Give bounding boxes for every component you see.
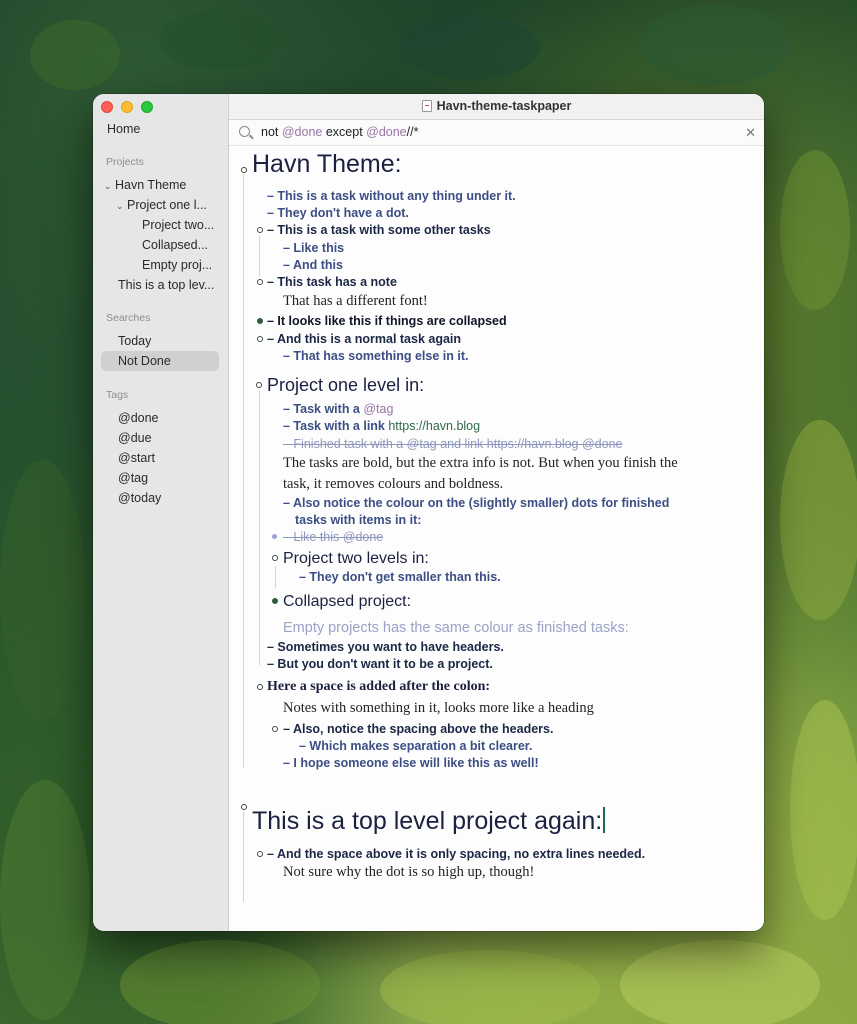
sidebar-item-project[interactable]: ⌄ Project one l... (116, 196, 216, 215)
task-dot[interactable] (257, 851, 263, 857)
projects-header: Projects (106, 156, 144, 168)
finished-task-dot[interactable] (272, 534, 277, 539)
project-title[interactable]: Project two levels in: (283, 550, 429, 568)
task-dot[interactable] (272, 726, 278, 732)
sidebar-item-project[interactable]: Collapsed... (142, 236, 224, 254)
title-bar: Havn-theme-taskpaper (229, 94, 764, 120)
sidebar-item-project[interactable]: This is a top lev... (118, 276, 224, 294)
task-item[interactable]: – This is a task without any thing under… (267, 189, 516, 203)
task-item[interactable]: – They don't have a dot. (267, 206, 409, 220)
project-title[interactable]: Havn Theme: (252, 150, 402, 179)
minimize-window-button[interactable] (121, 101, 133, 113)
task-item-continuation[interactable]: tasks with items in it: (295, 513, 421, 527)
close-window-button[interactable] (101, 101, 113, 113)
task-item[interactable]: – Also notice the colour on the (slightl… (283, 496, 669, 510)
document-editor[interactable]: Havn Theme: – This is a task without any… (229, 146, 764, 931)
task-item[interactable]: – Like this (283, 241, 344, 255)
sidebar-item-search-today[interactable]: Today (118, 332, 151, 350)
document-icon (421, 100, 432, 112)
sidebar: Home Projects ⌄ Havn Theme ⌄ Project one l… (93, 94, 229, 931)
note-text[interactable]: That has a different font! (283, 293, 428, 310)
task-item[interactable]: – Task with a link https://havn.blog (283, 419, 480, 433)
task-item[interactable]: – But you don't want it to be a project. (267, 657, 493, 671)
task-item[interactable]: – This task has a note (267, 275, 397, 289)
search-icon (239, 126, 250, 137)
heading-dot[interactable] (257, 684, 263, 690)
indent-guide (243, 174, 244, 768)
task-item[interactable]: – Sometimes you want to have headers. (267, 640, 504, 654)
project-dot[interactable] (241, 804, 247, 810)
finished-task-item[interactable]: – Finished task with a @tag and link htt… (283, 437, 622, 451)
app-window: Home Projects ⌄ Havn Theme ⌄ Project one l… (93, 94, 764, 931)
empty-project[interactable]: Empty projects has the same colour as fi… (283, 620, 629, 636)
window-controls (101, 101, 153, 113)
searches-header: Searches (106, 312, 151, 324)
collapsed-task-dot[interactable] (257, 318, 263, 324)
note-text[interactable]: Notes with something in it, looks more l… (283, 700, 594, 717)
project-dot[interactable] (272, 555, 278, 561)
sidebar-item-project[interactable]: Empty proj... (142, 256, 224, 274)
task-item[interactable]: – Also, notice the spacing above the hea… (283, 722, 553, 736)
sidebar-item-tag[interactable]: @today (118, 489, 161, 507)
sidebar-item-tag[interactable]: @tag (118, 469, 148, 487)
sidebar-item-home[interactable]: Home (107, 120, 140, 138)
task-dot[interactable] (257, 279, 263, 285)
window-title: Havn-theme-taskpaper (436, 99, 572, 113)
project-title[interactable]: Project one level in: (267, 375, 424, 396)
chevron-down-icon[interactable]: ⌄ (104, 177, 115, 195)
task-item[interactable]: – Which makes separation a bit clearer. (299, 739, 532, 753)
task-item[interactable]: – Task with a @tag (283, 402, 393, 416)
task-item[interactable]: – That has something else in it. (283, 349, 468, 363)
search-input[interactable]: not @done except @done//* (261, 120, 418, 145)
collapsed-project-dot[interactable] (272, 598, 278, 604)
clear-search-icon[interactable]: ✕ (745, 120, 756, 145)
zoom-window-button[interactable] (141, 101, 153, 113)
task-dot[interactable] (257, 227, 263, 233)
indent-guide (259, 390, 260, 665)
indent-guide (259, 236, 260, 276)
indent-guide (275, 566, 276, 588)
finished-task-item[interactable]: – Like this @done (283, 530, 383, 544)
task-item[interactable]: – They don't get smaller than this. (299, 570, 501, 584)
sidebar-item-tag[interactable]: @due (118, 429, 152, 447)
sidebar-item-search-not-done[interactable]: Not Done (118, 352, 171, 370)
sidebar-item-tag[interactable]: @start (118, 449, 155, 467)
project-title[interactable]: Collapsed project: (283, 593, 411, 611)
note-text[interactable]: task, it removes colours and boldness. (283, 476, 503, 493)
heading-text[interactable]: Here a space is added after the colon: (267, 679, 490, 695)
tags-header: Tags (106, 389, 129, 401)
sidebar-item-project[interactable]: Project two... (142, 216, 224, 234)
task-item[interactable]: – This is a task with some other tasks (267, 223, 491, 237)
sidebar-item-project[interactable]: ⌄ Havn Theme (104, 176, 186, 195)
search-bar[interactable]: not @done except @done//* ✕ (229, 120, 764, 146)
note-text[interactable]: Not sure why the dot is so high up, thou… (283, 864, 534, 881)
link[interactable]: https://havn.blog (388, 419, 480, 433)
main-pane: Havn-theme-taskpaper not @done except @d… (229, 94, 764, 931)
task-item[interactable]: – I hope someone else will like this as … (283, 756, 539, 770)
task-dot[interactable] (257, 336, 263, 342)
note-text[interactable]: The tasks are bold, but the extra info i… (283, 455, 678, 472)
task-item[interactable]: – And this is a normal task again (267, 332, 461, 346)
task-item[interactable]: – It looks like this if things are colla… (267, 314, 507, 328)
chevron-down-icon[interactable]: ⌄ (116, 197, 127, 215)
project-title[interactable]: This is a top level project again: (252, 807, 606, 836)
sidebar-item-tag[interactable]: @done (118, 409, 159, 427)
project-dot[interactable] (241, 167, 247, 173)
task-item[interactable]: – And the space above it is only spacing… (267, 847, 645, 861)
task-item[interactable]: – And this (283, 258, 343, 272)
text-cursor (603, 807, 606, 833)
project-dot[interactable] (256, 382, 262, 388)
indent-guide (243, 812, 244, 902)
